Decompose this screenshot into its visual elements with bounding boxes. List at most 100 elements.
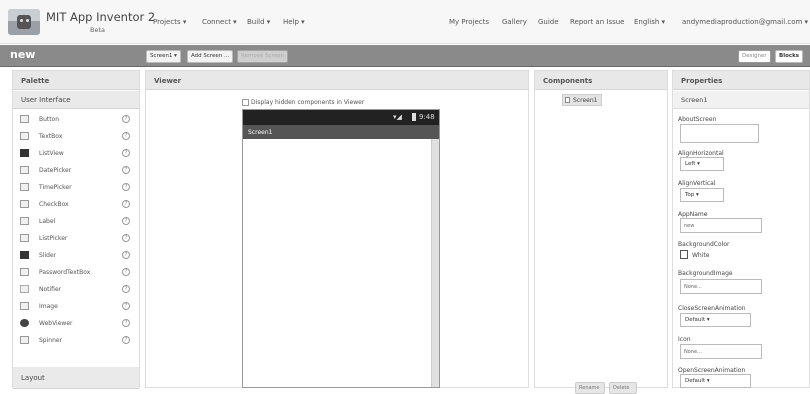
align-vertical-dropdown[interactable]: Top ▾ [680,188,724,202]
help-icon[interactable]: ? [122,302,130,310]
remove-screen-button[interactable]: Remove Screen [237,50,288,63]
about-screen-textarea[interactable] [680,124,759,143]
help-icon[interactable]: ? [122,149,130,157]
spinner-icon [20,336,29,344]
project-name: new [10,48,35,61]
palette-item-label[interactable]: Label? [13,213,139,230]
help-icon[interactable]: ? [122,183,130,191]
link-guide[interactable]: Guide [538,18,559,26]
app-inventor-logo-icon[interactable] [8,9,40,35]
icon-label: Icon [678,336,691,343]
image-icon [20,302,29,310]
status-time: 9:48 [419,113,435,121]
color-swatch-icon[interactable] [680,250,688,259]
link-gallery[interactable]: Gallery [502,18,527,26]
palette-item-datepicker[interactable]: DatePicker? [13,162,139,179]
app-name-input[interactable]: new [680,218,762,233]
palette-item-image[interactable]: Image? [13,298,139,315]
help-icon[interactable]: ? [122,200,130,208]
notifier-icon [20,285,29,293]
palette-item-slider[interactable]: Slider? [13,247,139,264]
hidden-components-checkbox[interactable] [242,99,249,106]
palette-item-button[interactable]: Button? [13,111,139,128]
designer-button[interactable]: Designer [738,50,771,63]
password-icon [20,268,29,276]
help-icon[interactable]: ? [122,336,130,344]
palette-item-notifier[interactable]: Notifier? [13,281,139,298]
menu-connect[interactable]: Connect ▾ [202,18,237,26]
screen-icon [565,97,570,103]
button-icon [20,115,29,123]
selected-component-name: Screen1 [673,91,809,109]
icon-picker[interactable]: None... [680,344,762,359]
palette-item-spinner[interactable]: Spinner? [13,332,139,349]
help-icon[interactable]: ? [122,234,130,242]
language-menu[interactable]: English ▾ [634,18,665,26]
palette-item-checkbox[interactable]: CheckBox? [13,196,139,213]
close-screen-animation-label: CloseScreenAnimation [678,305,746,312]
screen-select-dropdown[interactable]: Screen1 ▾ [146,50,181,63]
open-screen-animation-label: OpenScreenAnimation [678,367,745,374]
app-title: MIT App Inventor 2 [46,10,155,24]
background-color-value[interactable]: White [692,252,709,259]
open-screen-animation-dropdown[interactable]: Default ▾ [680,374,751,388]
rename-button[interactable]: Rename [575,382,605,394]
app-name-label: AppName [678,211,707,218]
palette-panel: Palette User Interface Button? TextBox? … [12,70,140,388]
help-icon[interactable]: ? [122,251,130,259]
slider-icon [20,251,29,259]
background-image-label: BackgroundImage [678,270,733,277]
link-my-projects[interactable]: My Projects [449,18,489,26]
listview-icon [20,149,29,157]
category-user-interface[interactable]: User Interface [13,91,139,109]
delete-button[interactable]: Delete [609,382,637,394]
menu-help[interactable]: Help ▾ [283,18,305,26]
palette-item-timepicker[interactable]: TimePicker? [13,179,139,196]
account-menu[interactable]: andymediaproduction@gmail.com ▾ [682,18,808,26]
background-image-picker[interactable]: None... [680,279,762,294]
palette-item-listview[interactable]: ListView? [13,145,139,162]
align-vertical-label: AlignVertical [678,180,716,187]
help-icon[interactable]: ? [122,115,130,123]
help-icon[interactable]: ? [122,166,130,174]
link-report-issue[interactable]: Report an Issue [570,18,624,26]
phone-scrollbar[interactable] [431,139,439,387]
component-tree-screen1[interactable]: Screen1 [562,94,602,106]
checkbox-icon [20,200,29,208]
listpicker-icon [20,234,29,242]
palette-item-listpicker[interactable]: ListPicker? [13,230,139,247]
menu-build[interactable]: Build ▾ [247,18,270,26]
components-panel: Components [534,70,668,388]
datepicker-icon [20,166,29,174]
about-screen-label: AboutScreen [678,116,716,123]
phone-preview: ▾◢ 9:48 Screen1 [242,109,440,388]
hidden-components-label: Display hidden components in Viewer [251,99,364,106]
beta-badge: Beta [90,26,105,34]
align-horizontal-label: AlignHorizontal [678,150,724,157]
close-screen-animation-dropdown[interactable]: Default ▾ [680,313,751,327]
wifi-signal-icon: ▾◢ [393,113,402,121]
background-color-label: BackgroundColor [678,241,729,248]
help-icon[interactable]: ? [122,285,130,293]
menu-projects[interactable]: Projects ▾ [153,18,186,26]
properties-title: Properties [673,71,809,90]
help-icon[interactable]: ? [122,319,130,327]
label-icon [20,217,29,225]
help-icon[interactable]: ? [122,217,130,225]
viewer-title: Viewer [146,71,528,90]
components-title: Components [535,71,667,90]
help-icon[interactable]: ? [122,268,130,276]
phone-status-bar: ▾◢ 9:48 [243,110,439,125]
textbox-icon [20,132,29,140]
category-layout[interactable]: Layout [13,367,139,389]
blocks-button[interactable]: Blocks [775,50,803,63]
palette-item-passwordtextbox[interactable]: PasswordTextBox? [13,264,139,281]
align-horizontal-dropdown[interactable]: Left ▾ [680,157,724,171]
screen-title-bar: Screen1 [243,125,439,139]
palette-item-webviewer[interactable]: WebViewer? [13,315,139,332]
add-screen-button[interactable]: Add Screen ... [187,50,233,63]
palette-item-textbox[interactable]: TextBox? [13,128,139,145]
help-icon[interactable]: ? [122,132,130,140]
webviewer-icon [20,319,29,327]
palette-title: Palette [13,71,139,90]
